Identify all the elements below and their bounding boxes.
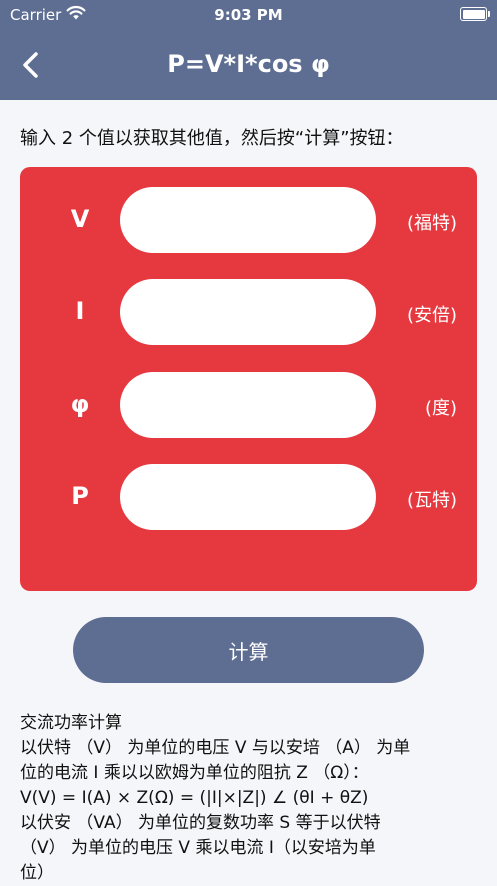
input-card: V (福特) I (安倍) φ (度) P (瓦特) — [20, 167, 477, 591]
voltage-input[interactable] — [120, 187, 376, 253]
field-label-phase: φ — [70, 390, 90, 418]
description-line: 以伏特 （V） 为单位的电压 V 与以安培 （A） 为单 — [20, 738, 411, 758]
field-label-current: I — [75, 297, 85, 325]
description-text: 交流功率计算 以伏特 （V） 为单位的电压 V 与以安培 （A） 为单 位的电流… — [20, 711, 480, 886]
description-line: 交流功率计算 — [20, 713, 122, 733]
instruction-text: 输入 2 个值以获取其他值，然后按“计算”按钮： — [20, 128, 404, 149]
page-title: P=V*I*cos φ — [167, 50, 330, 78]
field-row-phase: φ (度) — [20, 372, 477, 438]
description-line: （V） 为单位的电压 V 乘以电流 I（以安培为单 — [20, 838, 376, 858]
power-input[interactable] — [120, 464, 376, 530]
nav-bar: P=V*I*cos φ — [0, 30, 497, 100]
field-row-power: P (瓦特) — [20, 464, 477, 530]
field-row-voltage: V (福特) — [20, 187, 477, 253]
field-unit-voltage: (福特) — [406, 213, 457, 234]
field-row-current: I (安倍) — [20, 279, 477, 345]
field-label-voltage: V — [70, 205, 90, 233]
status-time: 9:03 PM — [214, 6, 283, 24]
status-bar: Carrier 9:03 PM — [0, 0, 497, 30]
field-label-power: P — [71, 482, 89, 510]
battery-icon — [460, 7, 490, 21]
phase-input[interactable] — [120, 372, 376, 438]
field-unit-power: (瓦特) — [406, 490, 457, 511]
description-line: 位） — [20, 863, 54, 883]
current-input[interactable] — [120, 279, 376, 345]
calculate-button[interactable]: 计算 — [73, 617, 424, 683]
description-line: 以伏安 （VA） 为单位的复数功率 S 等于以伏特 — [20, 813, 381, 833]
description-line: V(V) = I(A) × Z(Ω) = (|I|×|Z|) ∠ (θI + θ… — [20, 788, 369, 808]
field-unit-current: (安倍) — [406, 305, 457, 326]
field-unit-phase: (度) — [424, 398, 457, 419]
description-line: 位的电流 I 乘以以欧姆为单位的阻抗 Z （Ω）： — [20, 763, 369, 783]
